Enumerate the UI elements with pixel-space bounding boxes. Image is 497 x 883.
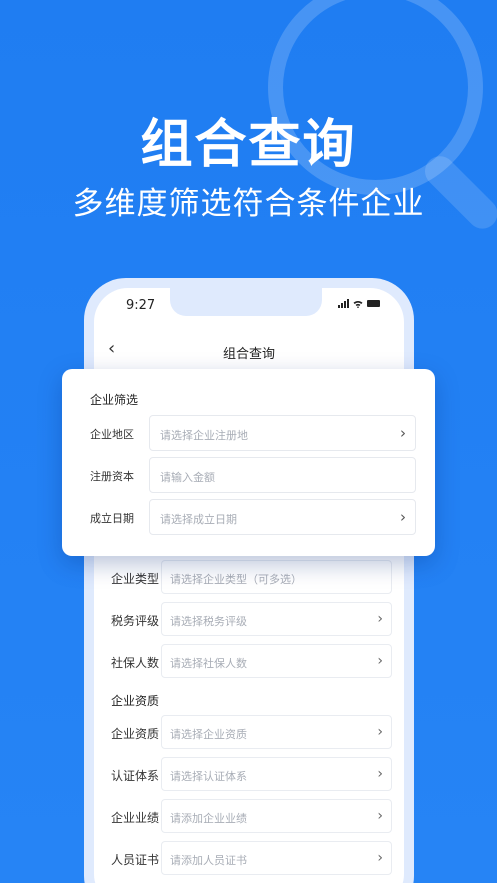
row-placeholder: 请选择企业资质 — [170, 728, 247, 741]
hero-title: 组合查询 — [140, 115, 357, 175]
chevron-right-icon: › — [377, 850, 383, 866]
row-label: 企业类型 — [111, 572, 160, 586]
row-label: 社保人数 — [111, 656, 160, 670]
social-security-select[interactable]: 请选择社保人数 › — [161, 644, 392, 678]
qualification-select[interactable]: 请选择企业资质 › — [161, 715, 392, 749]
card-placeholder: 请输入金额 — [160, 471, 215, 484]
chevron-right-icon: › — [377, 653, 383, 669]
row-label: 税务评级 — [111, 614, 160, 628]
card-row-region[interactable]: 企业地区 请选择企业注册地 › — [62, 415, 435, 451]
chevron-right-icon: › — [377, 766, 383, 782]
row-label: 企业资质 — [111, 727, 160, 741]
row-label: 人员证书 — [111, 853, 160, 867]
performance-select[interactable]: 请添加企业业绩 › — [161, 799, 392, 833]
wifi-icon — [353, 300, 363, 308]
row-placeholder: 请选择企业类型（可多选） — [170, 573, 302, 586]
card-row-founding-date[interactable]: 成立日期 请选择成立日期 › — [62, 499, 435, 535]
certification-select[interactable]: 请选择认证体系 › — [161, 757, 392, 791]
status-time: 9:27 — [126, 298, 156, 313]
row-placeholder: 请选择税务评级 — [170, 615, 247, 628]
capital-input[interactable]: 请输入金额 — [149, 457, 416, 493]
row-placeholder: 请选择社保人数 — [170, 657, 247, 670]
personnel-cert-select[interactable]: 请添加人员证书 › — [161, 841, 392, 875]
region-select[interactable]: 请选择企业注册地 › — [149, 415, 416, 451]
filter-row-social-security[interactable]: 社保人数 请选择社保人数 › — [94, 644, 404, 678]
filter-row-company-type[interactable]: 企业类型 请选择企业类型（可多选） — [94, 560, 404, 594]
filter-row-certification[interactable]: 认证体系 请选择认证体系 › — [94, 757, 404, 791]
card-placeholder: 请选择成立日期 — [160, 513, 237, 526]
filter-row-qualification[interactable]: 企业资质 请选择企业资质 › — [94, 715, 404, 749]
filter-row-performance[interactable]: 企业业绩 请添加企业业绩 › — [94, 799, 404, 833]
filter-row-personnel-cert[interactable]: 人员证书 请添加人员证书 › — [94, 841, 404, 875]
card-label: 成立日期 — [90, 512, 134, 525]
filter-row-tax-rating[interactable]: 税务评级 请选择税务评级 › — [94, 602, 404, 636]
founding-date-select[interactable]: 请选择成立日期 › — [149, 499, 416, 535]
row-placeholder: 请添加企业业绩 — [170, 812, 247, 825]
chevron-right-icon: › — [377, 808, 383, 824]
chevron-right-icon: › — [400, 508, 406, 526]
chevron-right-icon: › — [377, 611, 383, 627]
card-placeholder: 请选择企业注册地 — [160, 429, 248, 442]
battery-icon — [367, 300, 380, 307]
row-label: 认证体系 — [111, 769, 160, 783]
row-placeholder: 请添加人员证书 — [170, 854, 247, 867]
phone-notch — [170, 288, 322, 316]
card-section-title: 企业筛选 — [90, 393, 139, 407]
card-label: 注册资本 — [90, 470, 134, 483]
chevron-right-icon: › — [400, 424, 406, 442]
page-title: 组合查询 — [222, 347, 275, 362]
company-type-select[interactable]: 请选择企业类型（可多选） — [161, 560, 392, 594]
filter-card: 企业筛选 企业地区 请选择企业注册地 › 注册资本 请输入金额 成立日期 请选择… — [62, 369, 435, 556]
hero-subtitle: 多维度筛选符合条件企业 — [72, 186, 425, 222]
status-icons — [338, 299, 380, 308]
chevron-right-icon: › — [377, 724, 383, 740]
section-title-qualification: 企业资质 — [111, 694, 160, 708]
signal-icon — [338, 299, 349, 308]
tax-rating-select[interactable]: 请选择税务评级 › — [161, 602, 392, 636]
row-placeholder: 请选择认证体系 — [170, 770, 247, 783]
card-row-capital[interactable]: 注册资本 请输入金额 — [62, 457, 435, 493]
card-label: 企业地区 — [90, 428, 134, 441]
row-label: 企业业绩 — [111, 811, 160, 825]
